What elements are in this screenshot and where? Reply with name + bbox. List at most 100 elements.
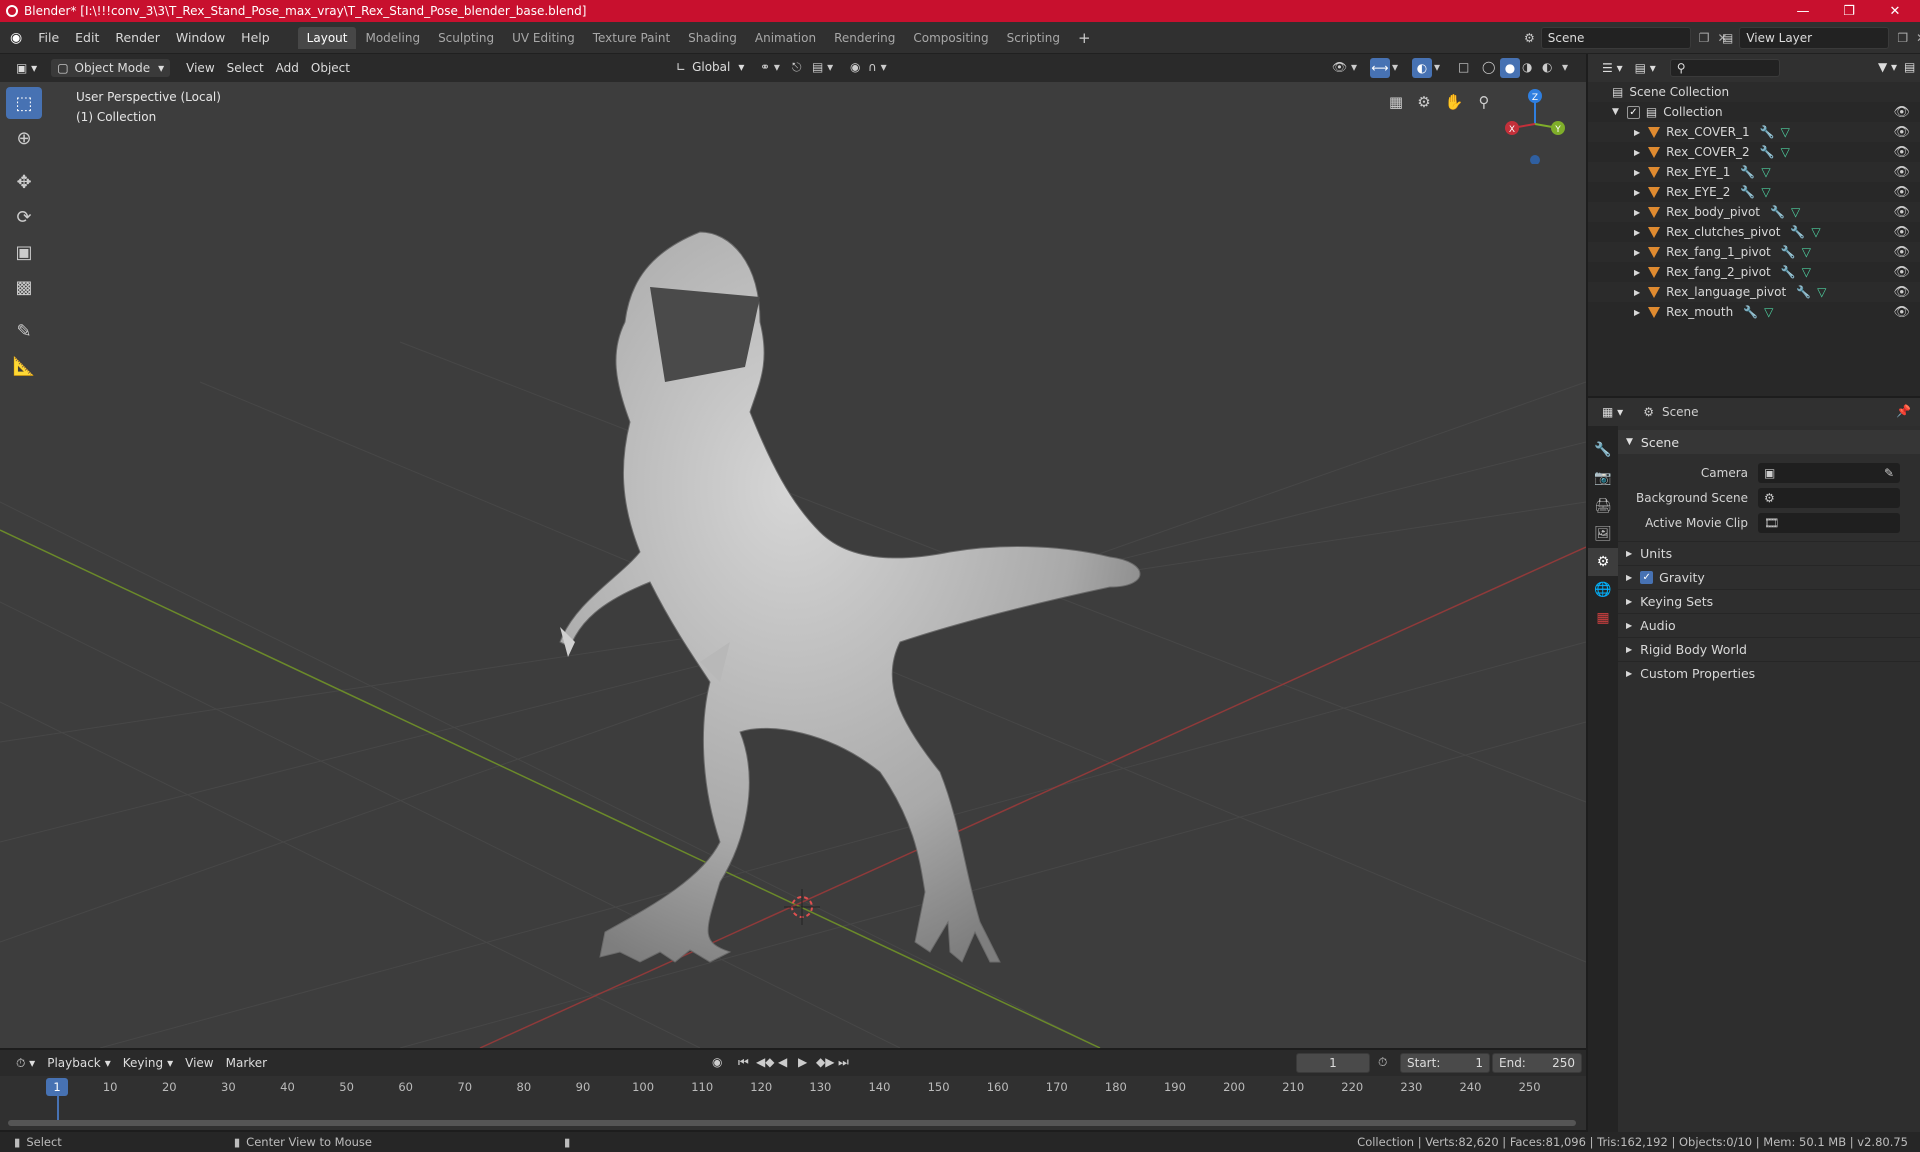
orientation-dropdown[interactable]: ∟ Global ▾ [670,58,750,76]
units-panel-header[interactable]: ▶ Units [1618,541,1920,565]
jump-end-icon[interactable]: ⏭ [838,1055,849,1070]
new-scene-icon[interactable]: ❐ [1699,31,1710,45]
current-frame-field[interactable]: 1 [1296,1053,1370,1073]
mesh-data-icon[interactable]: ▽ [1781,125,1790,139]
mesh-data-icon[interactable]: ▽ [1791,205,1800,219]
menu-window[interactable]: Window [168,30,233,45]
overlay-toggle-icon[interactable]: ◐ [1412,58,1432,78]
chevron-down-icon[interactable]: ▾ [1392,60,1398,74]
tab-scripting[interactable]: Scripting [998,27,1069,49]
visibility-eye-icon[interactable]: 👁 [1893,225,1910,240]
outliner-editor-type-icon[interactable]: ☰ ▾ [1596,59,1629,77]
visibility-eye-icon[interactable]: 👁 [1893,125,1910,140]
viewport-menu-view[interactable]: View [180,59,220,77]
tool-settings-tab-icon[interactable]: 🔧 [1588,436,1618,464]
world-tab-icon[interactable]: 🌐 [1588,576,1618,604]
snap-icon[interactable]: ⎋ [792,60,802,75]
snap-target-icon[interactable]: ▤ ▾ [812,60,833,74]
mesh-data-icon[interactable]: ▽ [1764,305,1773,319]
expand-arrow-icon[interactable]: ▼ [1612,107,1619,117]
viewport-menu-select[interactable]: Select [221,59,270,77]
visibility-eye-icon[interactable]: 👁 [1893,205,1910,220]
scale-tool-icon[interactable]: ▣ [6,236,42,268]
close-icon[interactable]: ✕ [1872,0,1918,22]
modifier-wrench-icon[interactable]: 🔧 [1743,305,1758,319]
modifier-wrench-icon[interactable]: 🔧 [1790,225,1805,239]
select-box-icon[interactable]: ⬚ [6,87,42,119]
viewport-canvas[interactable] [0,82,1586,1048]
visibility-eye-icon[interactable]: 👁 [1893,285,1910,300]
wireframe-shading-icon[interactable]: ◯ [1482,60,1495,74]
mesh-data-icon[interactable]: ▽ [1802,245,1811,259]
outliner-search-input[interactable]: ⚲ [1669,59,1780,77]
visibility-eye-icon[interactable]: 👁 [1893,245,1910,260]
chevron-down-icon[interactable]: ▾ [1562,60,1568,74]
mesh-data-icon[interactable]: ▽ [1761,165,1770,179]
tab-uv-editing[interactable]: UV Editing [503,27,584,49]
scene-panel-header[interactable]: ▼ Scene [1618,430,1920,454]
exclude-checkbox[interactable]: ✓ [1626,105,1640,119]
pin-icon[interactable]: 📌 [1896,404,1911,418]
modifier-wrench-icon[interactable]: 🔧 [1770,205,1785,219]
add-workspace-icon[interactable]: + [1069,25,1100,51]
new-collection-icon[interactable]: ▤ [1898,58,1920,76]
timeline-menu-playback[interactable]: Playback ▾ [41,1054,117,1072]
outliner-item[interactable]: ▶ Rex_body_pivot 🔧 ▽ 👁 [1588,202,1920,222]
mesh-data-icon[interactable]: ▽ [1802,265,1811,279]
gravity-checkbox[interactable]: ✓ [1640,571,1654,584]
mesh-data-icon[interactable]: ▽ [1817,285,1826,299]
outliner-item[interactable]: ▶ Rex_COVER_1 🔧 ▽ 👁 [1588,122,1920,142]
xray-icon[interactable]: □ [1458,60,1469,74]
tab-rendering[interactable]: Rendering [825,27,904,49]
tab-layout[interactable]: Layout [297,26,357,49]
render-tab-icon[interactable]: 📷 [1588,464,1618,492]
modifier-wrench-icon[interactable]: 🔧 [1781,265,1796,279]
outliner-scene-collection[interactable]: ▤ Scene Collection [1588,82,1920,102]
jump-keyframe-back-icon[interactable]: ◀◆ [756,1055,774,1069]
texture-tab-icon[interactable]: ▦ [1588,604,1618,632]
rigid-body-world-panel-header[interactable]: ▶ Rigid Body World [1618,637,1920,661]
tab-sculpting[interactable]: Sculpting [429,27,503,49]
outliner-collection[interactable]: ▼ ✓ ▤ Collection 👁 [1588,102,1920,122]
pan-view-icon[interactable]: ✋ [1442,90,1466,114]
proportional-edit-icon[interactable]: ◉ [850,60,860,74]
3d-cursor-icon[interactable] [784,889,820,925]
gizmo-toggle-icon[interactable]: ⟷ [1370,58,1390,78]
scene-selector[interactable]: ⚙ Scene ❐ ✕ [1524,27,1728,49]
timeline-editor-type-icon[interactable]: ⏱ ▾ [10,1054,41,1073]
solid-shading-icon[interactable]: ● [1500,58,1520,78]
move-tool-icon[interactable]: ✥ [6,166,42,198]
annotate-tool-icon[interactable]: ✎ [6,315,42,347]
visibility-eye-icon[interactable]: 👁 [1893,105,1910,120]
expand-arrow-icon[interactable]: ▶ [1634,208,1640,217]
scene-tab-icon[interactable]: ⚙ [1588,548,1618,576]
blender-menu-icon[interactable]: ◉ [10,30,22,46]
gravity-panel-header[interactable]: ▶ ✓ Gravity [1618,565,1920,589]
zoom-view-icon[interactable]: ⚲ [1472,90,1496,114]
editor-type-icon[interactable]: ▣ ▾ [10,59,43,77]
expand-arrow-icon[interactable]: ▶ [1634,308,1640,317]
outliner-item[interactable]: ▶ Rex_EYE_2 🔧 ▽ 👁 [1588,182,1920,202]
rendered-shading-icon[interactable]: ◐ [1542,60,1552,74]
menu-file[interactable]: File [30,30,67,45]
play-reverse-icon[interactable]: ◀ [778,1055,787,1069]
expand-arrow-icon[interactable]: ▶ [1634,148,1640,157]
timeline-ruler[interactable]: 1 10 20 30 40 50 60 70 80 90 100 110 120 130 140 150 160… [0,1076,1586,1130]
modifier-wrench-icon[interactable]: 🔧 [1781,245,1796,259]
measure-tool-icon[interactable]: 📐 [6,350,42,382]
background-scene-field[interactable]: ⚙ [1758,487,1900,508]
jump-keyframe-forward-icon[interactable]: ◆▶ [816,1055,834,1069]
camera-view-icon[interactable]: ⚙ [1412,90,1436,114]
outliner-item[interactable]: ▶ Rex_mouth 🔧 ▽ 👁 [1588,302,1920,322]
keying-sets-panel-header[interactable]: ▶ Keying Sets [1618,589,1920,613]
outliner-item[interactable]: ▶ Rex_clutches_pivot 🔧 ▽ 👁 [1588,222,1920,242]
audio-panel-header[interactable]: ▶ Audio [1618,613,1920,637]
transform-tool-icon[interactable]: ▩ [6,271,42,303]
mesh-data-icon[interactable]: ▽ [1781,145,1790,159]
visibility-eye-icon[interactable]: 👁 [1893,305,1910,320]
modifier-wrench-icon[interactable]: 🔧 [1740,185,1755,199]
mesh-data-icon[interactable]: ▽ [1761,185,1770,199]
tab-texture-paint[interactable]: Texture Paint [584,27,679,49]
maximize-icon[interactable]: ❐ [1826,0,1872,22]
visibility-eye-icon[interactable]: 👁 [1893,265,1910,280]
